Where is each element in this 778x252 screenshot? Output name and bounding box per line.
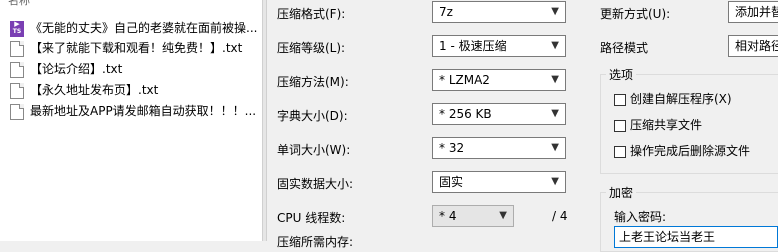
- path-value: 相对路径: [735, 39, 778, 53]
- path-select[interactable]: 相对路径: [728, 35, 778, 57]
- dict-value: * 256 KB: [439, 107, 492, 121]
- file-list-header: 名称: [8, 0, 30, 7]
- options-group-title: 选项: [606, 66, 637, 83]
- format-select[interactable]: 7z ▼: [432, 1, 566, 23]
- text-file-icon: [10, 82, 24, 99]
- format-value: 7z: [439, 5, 453, 19]
- solid-select[interactable]: 固实 ▼: [432, 171, 566, 193]
- level-select[interactable]: 1 - 极速压缩 ▼: [432, 35, 566, 57]
- password-field[interactable]: 上老王论坛当老王: [614, 226, 778, 248]
- shared-label: 压缩共享文件: [630, 118, 703, 132]
- chevron-down-icon: ▼: [499, 210, 507, 221]
- word-select[interactable]: * 32 ▼: [432, 137, 566, 159]
- format-label: 压缩格式(F):: [277, 7, 346, 21]
- password-value: 上老王论坛当老王: [619, 230, 716, 244]
- checkbox-icon: [614, 93, 626, 106]
- update-value: 添加并替换文件: [735, 5, 778, 19]
- dict-select[interactable]: * 256 KB ▼: [432, 103, 566, 125]
- text-file-icon: [10, 61, 24, 78]
- ts-video-icon: ▶ TS: [10, 20, 24, 37]
- solid-label: 固实数据大小:: [277, 177, 354, 191]
- update-label: 更新方式(U):: [600, 7, 671, 21]
- file-name: 【永久地址发布页】.txt: [30, 83, 159, 97]
- text-file-icon: [10, 103, 24, 120]
- file-name: 最新地址及APP请发邮箱自动获取！！！...: [30, 104, 257, 118]
- file-list-item[interactable]: 最新地址及APP请发邮箱自动获取！！！...: [10, 101, 262, 121]
- file-list-item[interactable]: 【论坛介绍】.txt: [10, 59, 262, 79]
- file-list-item[interactable]: ▶ TS 《无能的丈夫》自己的老婆就在面前被操...: [10, 18, 262, 38]
- chevron-down-icon: ▼: [551, 40, 559, 51]
- file-name: 《无能的丈夫》自己的老婆就在面前被操...: [30, 21, 258, 35]
- file-list-item[interactable]: 【来了就能下载和观看！纯免费！】.txt: [10, 38, 262, 58]
- word-label: 单词大小(W):: [277, 143, 351, 157]
- shared-checkbox[interactable]: 压缩共享文件: [614, 117, 702, 133]
- method-value: * LZMA2: [439, 73, 490, 87]
- threads-select[interactable]: * 4 ▼: [432, 205, 514, 227]
- method-label: 压缩方法(M):: [277, 75, 349, 89]
- update-select[interactable]: 添加并替换文件: [728, 1, 778, 23]
- threads-value: * 4: [439, 209, 457, 223]
- chevron-down-icon: ▼: [551, 108, 559, 119]
- sfx-checkbox[interactable]: 创建自解压程序(X): [614, 91, 732, 107]
- sfx-label: 创建自解压程序(X): [630, 92, 732, 106]
- path-label: 路径模式: [600, 41, 649, 55]
- memory-label: 压缩所需内存:: [277, 235, 354, 249]
- threads-total: / 4: [552, 209, 568, 223]
- text-file-icon: [10, 40, 24, 57]
- delete-label: 操作完成后删除源文件: [630, 144, 751, 158]
- file-name: 【论坛介绍】.txt: [30, 62, 123, 76]
- word-value: * 32: [439, 141, 465, 155]
- solid-value: 固实: [439, 175, 464, 189]
- chevron-down-icon: ▼: [551, 6, 559, 17]
- method-select[interactable]: * LZMA2 ▼: [432, 69, 566, 91]
- encrypt-group-title: 加密: [606, 184, 637, 201]
- delete-checkbox[interactable]: 操作完成后删除源文件: [614, 143, 750, 159]
- pane-divider[interactable]: [262, 0, 267, 241]
- file-name: 【来了就能下载和观看！纯免费！】.txt: [30, 41, 243, 55]
- checkbox-icon: [614, 119, 626, 132]
- chevron-down-icon: ▼: [551, 74, 559, 85]
- threads-label: CPU 线程数:: [277, 211, 346, 225]
- dict-label: 字典大小(D):: [277, 109, 348, 123]
- chevron-down-icon: ▼: [551, 142, 559, 153]
- chevron-down-icon: ▼: [551, 176, 559, 187]
- checkbox-icon: [614, 145, 626, 158]
- level-value: 1 - 极速压缩: [439, 39, 507, 53]
- level-label: 压缩等级(L):: [277, 41, 346, 55]
- file-list-item[interactable]: 【永久地址发布页】.txt: [10, 80, 262, 100]
- file-list-panel: 名称 ▶ TS 《无能的丈夫》自己的老婆就在面前被操... 【来了就能下载和观看！纯…: [0, 0, 262, 241]
- password-label: 输入密码:: [614, 210, 667, 224]
